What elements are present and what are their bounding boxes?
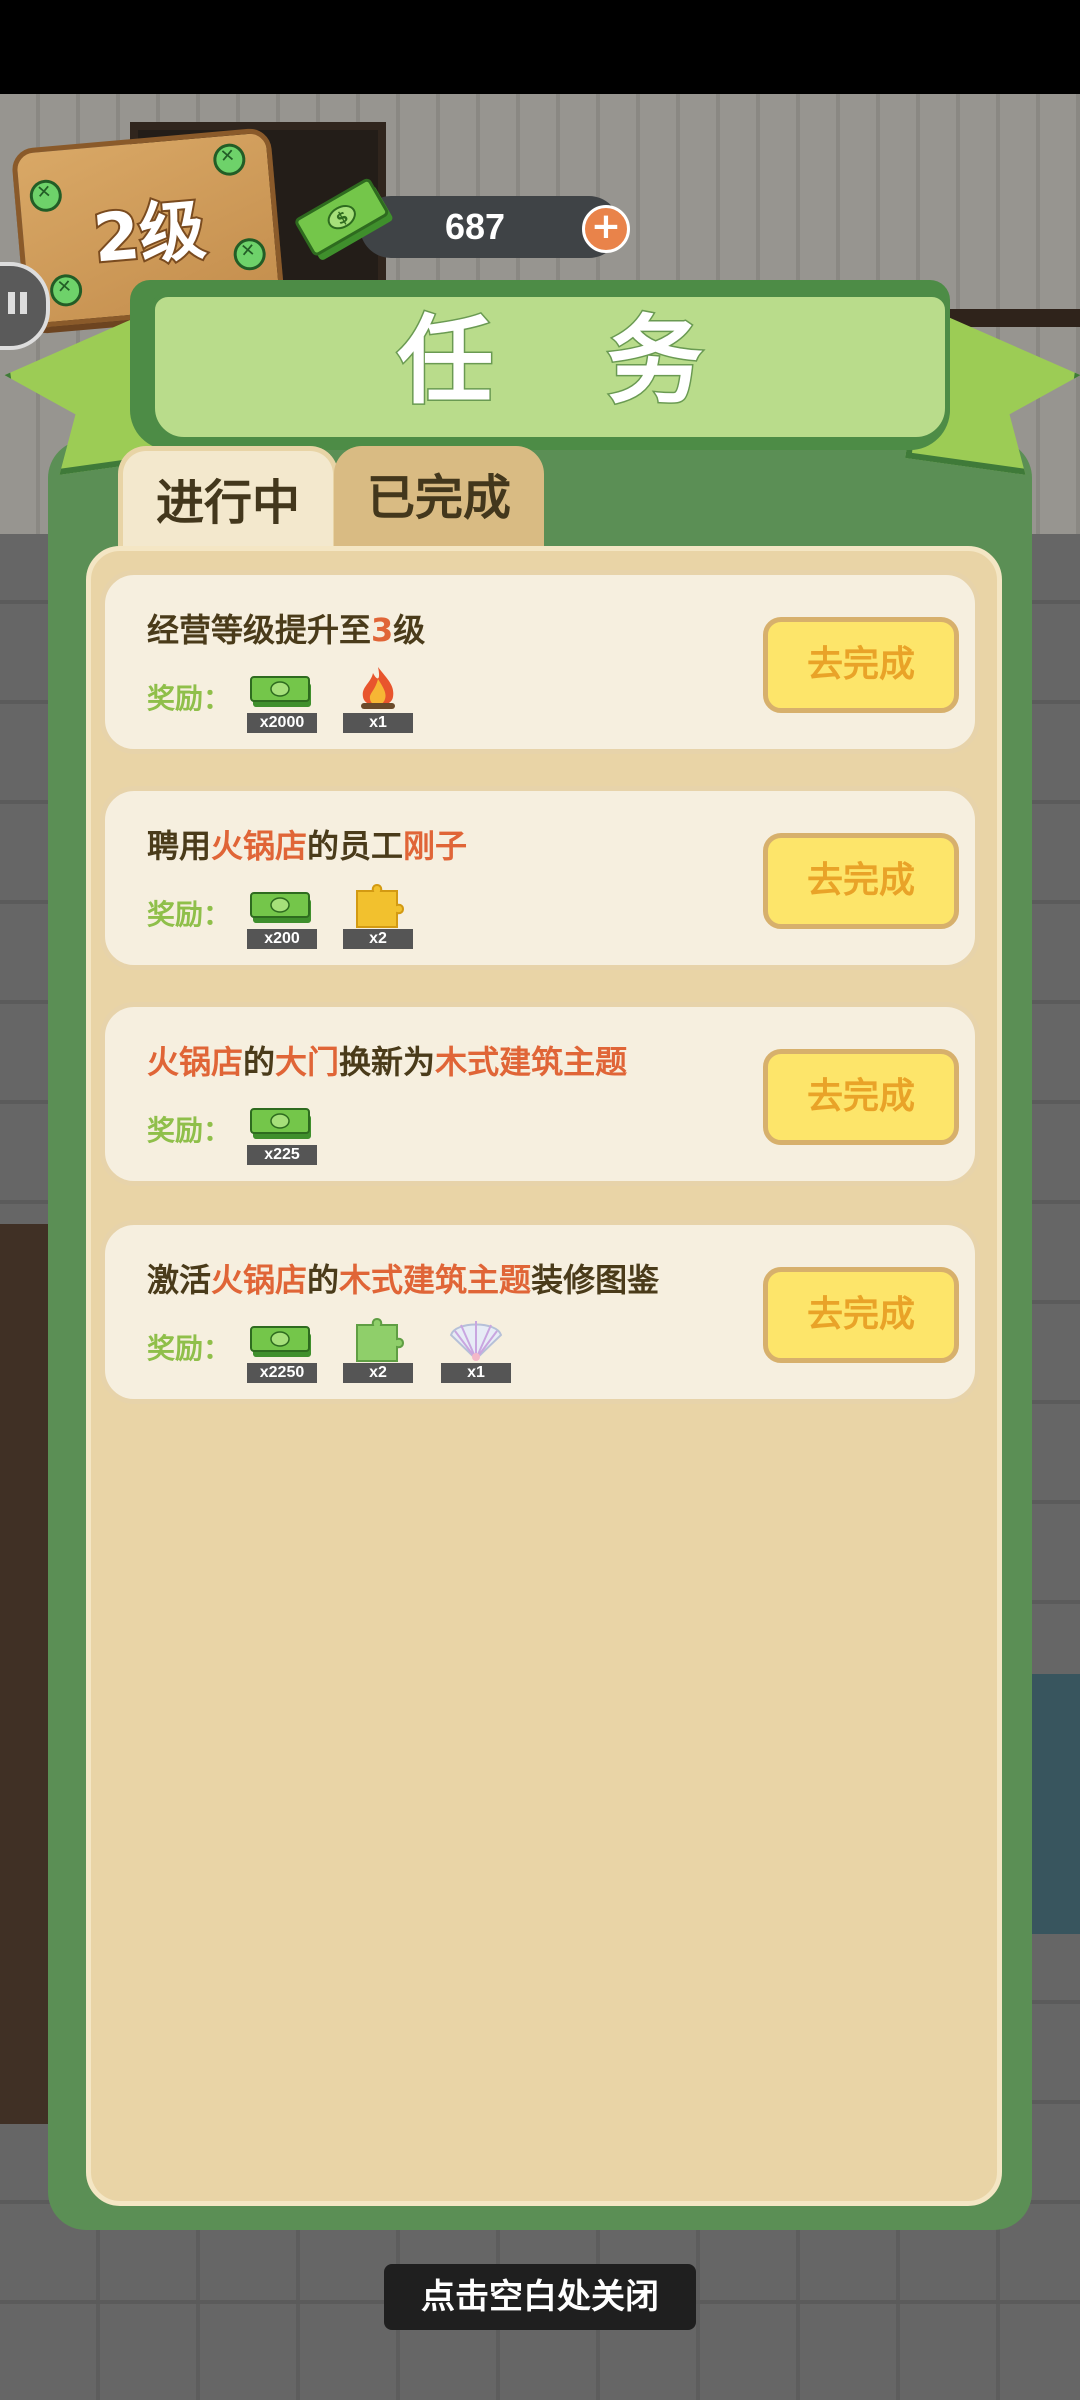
task-title-highlight: 木式建筑主题 bbox=[339, 1261, 532, 1299]
task-card: 经营等级提升至3级奖励： x2000 x1 去完成 bbox=[100, 570, 980, 754]
shell-icon bbox=[441, 1315, 511, 1363]
tab-in-progress[interactable]: 进行中 bbox=[118, 446, 338, 561]
reward-label: 奖励： bbox=[147, 1332, 232, 1365]
reward-quantity: x200 bbox=[247, 929, 317, 949]
go-complete-button[interactable]: 去完成 bbox=[763, 1049, 959, 1145]
task-title: 经营等级提升至3级 bbox=[147, 605, 425, 651]
money-icon bbox=[247, 881, 317, 929]
screw-icon bbox=[48, 273, 84, 308]
reward-item: x2 bbox=[343, 881, 413, 949]
reward-quantity: x2000 bbox=[247, 713, 317, 733]
task-title-highlight: 火锅店 bbox=[211, 1261, 308, 1299]
reward-quantity: x2 bbox=[343, 1363, 413, 1383]
task-title: 激活火锅店的木式建筑主题装修图鉴 bbox=[147, 1255, 659, 1301]
coin-counter: 687 bbox=[360, 196, 620, 258]
task-title-text: 的 bbox=[307, 1261, 340, 1299]
task-title-highlight: 火锅店 bbox=[147, 1043, 244, 1081]
money-icon bbox=[247, 665, 317, 713]
level-label: 2级 bbox=[88, 189, 210, 279]
reward-label: 奖励： bbox=[147, 1114, 232, 1147]
task-title-text: 激活 bbox=[147, 1261, 212, 1299]
reward-label: 奖励： bbox=[147, 898, 232, 931]
task-title-highlight: 火锅店 bbox=[211, 827, 308, 865]
task-title-text: 的员工 bbox=[307, 827, 404, 865]
task-title-highlight: 大门 bbox=[275, 1043, 340, 1081]
task-title-highlight: 3 bbox=[371, 611, 394, 649]
screw-icon bbox=[212, 142, 247, 177]
reward-item: x1 bbox=[441, 1315, 511, 1383]
task-title-text: 聘用 bbox=[147, 827, 212, 865]
task-card: 激活火锅店的木式建筑主题装修图鉴奖励： x2250 x2 x1 去完成 bbox=[100, 1220, 980, 1404]
close-hint[interactable]: 点击空白处关闭 bbox=[384, 2264, 696, 2330]
reward-item: x200 bbox=[247, 881, 317, 949]
yellow-puzzle-icon bbox=[343, 881, 413, 929]
reward-item: x225 bbox=[247, 1097, 317, 1165]
reward-item: x2000 bbox=[247, 665, 317, 733]
reward-item: x1 bbox=[343, 665, 413, 733]
green-puzzle-icon bbox=[343, 1315, 413, 1363]
fire-icon bbox=[343, 665, 413, 713]
task-title-text: 的 bbox=[243, 1043, 276, 1081]
reward-quantity: x2 bbox=[343, 929, 413, 949]
go-complete-button[interactable]: 去完成 bbox=[763, 617, 959, 713]
task-card: 火锅店的大门换新为木式建筑主题奖励： x225 去完成 bbox=[100, 1002, 980, 1186]
task-title-text: 级 bbox=[393, 611, 426, 649]
go-complete-button[interactable]: 去完成 bbox=[763, 833, 959, 929]
reward-quantity: x2250 bbox=[247, 1363, 317, 1383]
status-bar bbox=[0, 0, 1080, 94]
panel-title: 任 务 bbox=[396, 304, 743, 419]
task-card: 聘用火锅店的员工刚子奖励： x200 x2 去完成 bbox=[100, 786, 980, 970]
reward-label: 奖励： bbox=[147, 682, 232, 715]
money-icon bbox=[247, 1097, 317, 1145]
reward-quantity: x225 bbox=[247, 1145, 317, 1165]
task-title: 火锅店的大门换新为木式建筑主题 bbox=[147, 1037, 627, 1083]
reward-quantity: x1 bbox=[343, 713, 413, 733]
task-title: 聘用火锅店的员工刚子 bbox=[147, 821, 467, 867]
task-title-text: 换新为 bbox=[339, 1043, 436, 1081]
task-title-text: 经营等级提升至 bbox=[147, 611, 372, 649]
task-title-text: 装修图鉴 bbox=[531, 1261, 660, 1299]
tab-completed[interactable]: 已完成 bbox=[334, 446, 544, 556]
go-complete-button[interactable]: 去完成 bbox=[763, 1267, 959, 1363]
task-title-highlight: 木式建筑主题 bbox=[435, 1043, 628, 1081]
reward-item: x2 bbox=[343, 1315, 413, 1383]
screw-icon bbox=[232, 236, 268, 272]
task-title-highlight: 刚子 bbox=[403, 827, 468, 865]
reward-item: x2250 bbox=[247, 1315, 317, 1383]
money-icon bbox=[247, 1315, 317, 1363]
screw-icon bbox=[28, 178, 64, 214]
add-coins-button[interactable]: + bbox=[582, 205, 630, 253]
reward-quantity: x1 bbox=[441, 1363, 511, 1383]
